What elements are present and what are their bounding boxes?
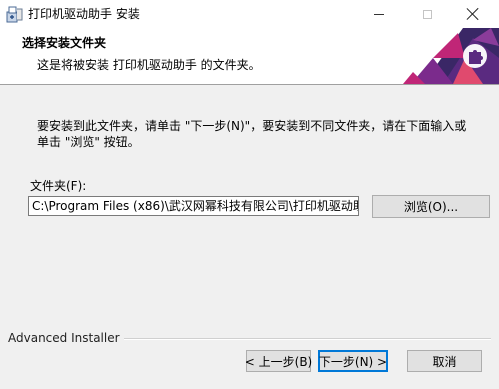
installer-package-icon [6, 6, 23, 23]
close-button[interactable] [450, 0, 496, 28]
maximize-icon [422, 9, 432, 19]
page-subtitle: 这是将被安装 打印机驱动助手 的文件夹。 [37, 58, 261, 72]
header-banner [403, 28, 499, 84]
folder-label: 文件夹(F): [30, 179, 87, 193]
back-button[interactable]: < 上一步(B) [245, 350, 312, 372]
header-divider [0, 84, 499, 85]
puzzle-piece-icon [463, 44, 487, 68]
next-button[interactable]: 下一步(N) > [318, 350, 388, 372]
installer-brand: Advanced Installer [8, 330, 124, 346]
instruction-text: 要安装到此文件夹，请单击 "下一步(N)"，要安装到不同文件夹，请在下面输入或单… [37, 119, 467, 149]
footer-divider [100, 338, 491, 340]
title-bar: 打印机驱动助手 安装 [0, 0, 499, 28]
close-icon [467, 8, 479, 20]
folder-path-input[interactable]: C:\Program Files (x86)\武汉网幂科技有限公司\打印机驱动助… [28, 196, 359, 216]
window-title: 打印机驱动助手 安装 [28, 7, 140, 21]
maximize-button [404, 0, 450, 28]
page-title: 选择安装文件夹 [22, 36, 107, 50]
cancel-button[interactable]: 取消 [407, 350, 482, 372]
minimize-icon [374, 13, 384, 15]
minimize-button[interactable] [356, 0, 402, 28]
browse-button[interactable]: 浏览(O)... [372, 195, 490, 218]
